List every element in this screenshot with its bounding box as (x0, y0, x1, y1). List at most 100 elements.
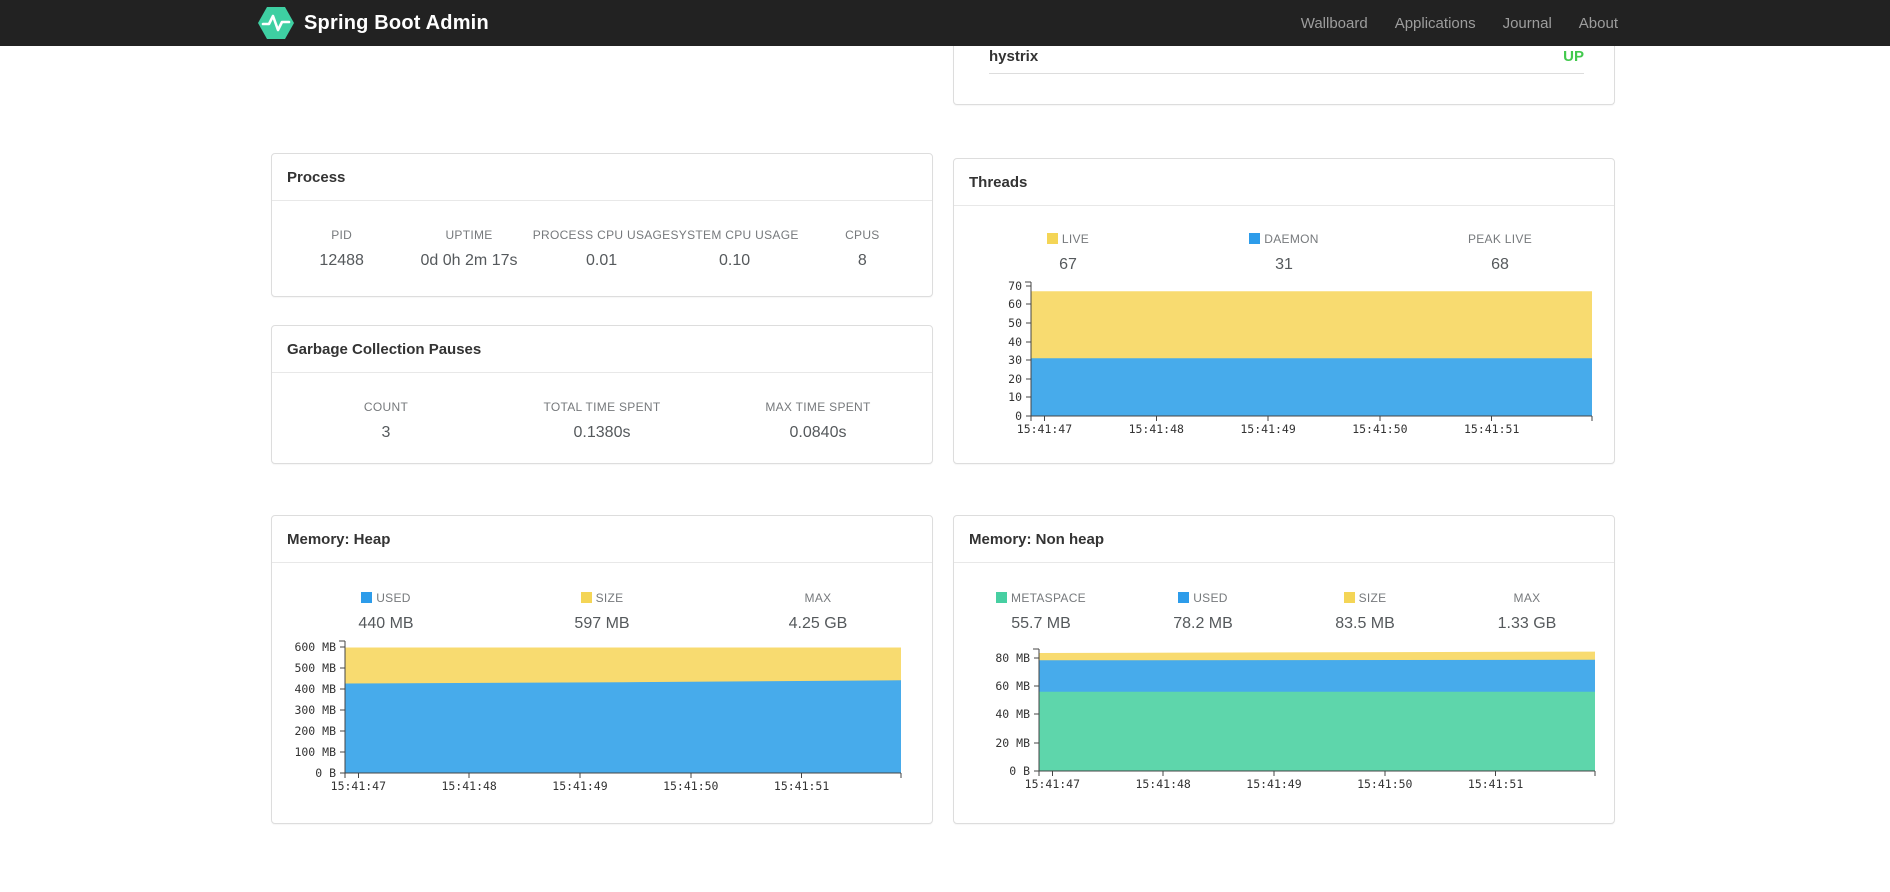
applications-panel: hystrix UP (953, 39, 1615, 105)
stat-label-text: METASPACE (1011, 591, 1086, 605)
stat-label-text: SIZE (595, 591, 624, 605)
svg-text:300 MB: 300 MB (294, 703, 336, 717)
threads-panel-title: Threads (954, 159, 1614, 206)
stat-label: USED (1122, 591, 1284, 605)
brand-title: Spring Boot Admin (304, 11, 489, 34)
gc-panel-title: Garbage Collection Pauses (272, 326, 932, 373)
svg-text:60 MB: 60 MB (995, 679, 1030, 693)
stat-label: PEAK LIVE (1467, 232, 1533, 246)
svg-text:400 MB: 400 MB (294, 682, 336, 696)
stat-value: 83.5 MB (1335, 615, 1395, 632)
svg-text:15:41:49: 15:41:49 (1246, 777, 1301, 791)
threads-chart: 0 10 20 30 40 50 60 70 15:41:47 15:41:48 15:41:49 1… (971, 278, 1604, 438)
nav-link-about[interactable]: About (1579, 15, 1618, 32)
stat-nonheap-used: USED 78.2 MB (1122, 591, 1284, 633)
svg-text:15:41:51: 15:41:51 (1468, 777, 1523, 791)
process-panel-title: Process (272, 154, 932, 201)
stat-threads-live: LIVE 67 (960, 232, 1176, 274)
memory-heap-panel: Memory: Heap USED 440 MB SIZE 597 MB MAX… (271, 515, 933, 824)
navbar-links: Wallboard Applications Journal About (1301, 15, 1618, 32)
memory-nonheap-chart: 0 B 20 MB 40 MB 60 MB 80 MB 15:41:47 15:41:48 1… (979, 645, 1607, 793)
stat-value: 0d 0h 2m 17s (420, 252, 518, 269)
stat-cpus: CPUS 8 (799, 228, 926, 270)
stat-label: TOTAL TIME SPENT (543, 400, 661, 414)
stat-value: 0.10 (719, 252, 751, 269)
stat-label: COUNT (363, 400, 409, 414)
svg-text:60: 60 (1008, 297, 1022, 311)
svg-text:40 MB: 40 MB (995, 707, 1030, 721)
stat-value: 0.01 (586, 252, 618, 269)
svg-text:80 MB: 80 MB (995, 651, 1030, 665)
threads-panel: Threads LIVE 67 DAEMON 31 PEAK LIVE 68 0… (953, 158, 1615, 464)
stat-threads-peak-live: PEAK LIVE 68 (1392, 232, 1608, 274)
stat-nonheap-max: MAX 1.33 GB (1446, 591, 1608, 633)
stat-value: 78.2 MB (1173, 615, 1233, 632)
nav-link-applications[interactable]: Applications (1395, 15, 1476, 32)
stat-label: USED (278, 591, 494, 605)
stat-value: 31 (1275, 256, 1293, 273)
stat-value: 1.33 GB (1497, 615, 1557, 632)
stat-gc-count: COUNT 3 (278, 400, 494, 442)
legend-swatch-size (1343, 592, 1355, 603)
memory-nonheap-panel: Memory: Non heap METASPACE 55.7 MB USED … (953, 515, 1615, 824)
svg-text:20 MB: 20 MB (995, 736, 1030, 750)
stat-label: CPUS (845, 228, 880, 242)
brand-link[interactable]: Spring Boot Admin (258, 7, 489, 39)
application-name: hystrix (989, 47, 1039, 65)
stat-value: 440 MB (358, 615, 414, 632)
nav-link-wallboard[interactable]: Wallboard (1301, 15, 1368, 32)
legend-swatch-daemon (1249, 233, 1261, 244)
svg-text:15:41:50: 15:41:50 (1352, 422, 1407, 436)
legend-swatch-live (1046, 233, 1058, 244)
legend-swatch-used (1178, 592, 1190, 603)
memory-nonheap-stats: METASPACE 55.7 MB USED 78.2 MB SIZE 83.5… (954, 563, 1614, 633)
stat-label: METASPACE (960, 591, 1122, 605)
svg-text:20: 20 (1008, 372, 1022, 386)
svg-text:40: 40 (1008, 335, 1022, 349)
stat-value: 68 (1491, 256, 1509, 273)
legend-swatch-used (361, 592, 373, 603)
stat-pid: PID 12488 (278, 228, 405, 270)
svg-text:15:41:50: 15:41:50 (1357, 777, 1412, 791)
svg-text:15:41:51: 15:41:51 (1464, 422, 1519, 436)
process-stats: PID 12488 UPTIME 0d 0h 2m 17s PROCESS CP… (272, 201, 932, 270)
gc-panel: Garbage Collection Pauses COUNT 3 TOTAL … (271, 325, 933, 464)
stat-label: SYSTEM CPU USAGE (670, 228, 799, 242)
nav-link-journal[interactable]: Journal (1503, 15, 1552, 32)
stat-label: MAX (1513, 591, 1541, 605)
svg-text:15:41:50: 15:41:50 (663, 779, 718, 793)
stat-label-text: LIVE (1061, 232, 1090, 246)
stat-label-text: SIZE (1358, 591, 1387, 605)
svg-text:15:41:47: 15:41:47 (1025, 777, 1080, 791)
threads-stats: LIVE 67 DAEMON 31 PEAK LIVE 68 (954, 206, 1614, 274)
stat-label-text: USED (376, 591, 411, 605)
svg-text:0 B: 0 B (1009, 764, 1030, 778)
stat-heap-max: MAX 4.25 GB (710, 591, 926, 633)
svg-text:500 MB: 500 MB (294, 661, 336, 675)
stat-uptime: UPTIME 0d 0h 2m 17s (405, 228, 532, 270)
memory-heap-panel-title: Memory: Heap (272, 516, 932, 563)
svg-text:15:41:48: 15:41:48 (441, 779, 496, 793)
stat-label: UPTIME (445, 228, 493, 242)
legend-swatch-metaspace (996, 592, 1008, 603)
memory-heap-chart: 0 B 100 MB 200 MB 300 MB 400 MB 500 MB 600 MB 1… (285, 637, 913, 795)
svg-text:30: 30 (1008, 353, 1022, 367)
top-navbar: Spring Boot Admin Wallboard Applications… (0, 0, 1890, 46)
stat-value: 4.25 GB (788, 615, 848, 632)
svg-text:15:41:48: 15:41:48 (1135, 777, 1190, 791)
stat-label-text: DAEMON (1264, 232, 1319, 246)
svg-text:15:41:49: 15:41:49 (1240, 422, 1295, 436)
svg-text:200 MB: 200 MB (294, 724, 336, 738)
stat-label: SIZE (494, 591, 710, 605)
svg-text:15:41:47: 15:41:47 (331, 779, 386, 793)
memory-heap-stats: USED 440 MB SIZE 597 MB MAX 4.25 GB (272, 563, 932, 633)
stat-label: DAEMON (1176, 232, 1392, 246)
svg-text:0: 0 (1015, 409, 1022, 423)
stat-gc-max-time: MAX TIME SPENT 0.0840s (710, 400, 926, 442)
stat-value: 67 (1059, 256, 1077, 273)
legend-swatch-size (580, 592, 592, 603)
stat-nonheap-metaspace: METASPACE 55.7 MB (960, 591, 1122, 633)
svg-text:0 B: 0 B (315, 766, 336, 780)
stat-value: 597 MB (574, 615, 630, 632)
stat-label: LIVE (960, 232, 1176, 246)
